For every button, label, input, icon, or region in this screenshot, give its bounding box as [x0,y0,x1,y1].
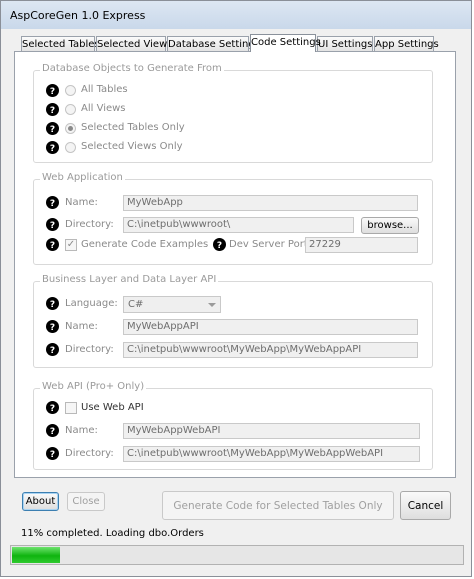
generate-code-button[interactable]: Generate Code for Selected Tables Only [162,491,394,520]
help-icon[interactable]: ? [46,238,59,251]
web-app-directory-label: Directory: [65,219,114,230]
help-icon[interactable]: ? [46,103,59,116]
use-web-api-checkbox[interactable] [65,402,77,414]
use-web-api-label: Use Web API [81,402,144,413]
help-icon[interactable]: ? [46,84,59,97]
dev-server-port-field[interactable]: 27229 [305,237,418,253]
tab-selected-views[interactable]: Selected Views [96,36,172,51]
tab-ui-settings[interactable]: UI Settings [317,36,373,51]
help-icon[interactable]: ? [46,297,59,310]
svg-text:?: ? [50,427,55,437]
radio-selected-views-only[interactable] [65,142,76,153]
db-objects-legend: Database Objects to Generate From [40,63,224,74]
help-icon[interactable]: ? [46,401,59,414]
about-button[interactable]: About [22,492,59,511]
close-button[interactable]: Close [67,492,105,511]
api-directory-label: Directory: [65,344,114,355]
tab-selected-tables[interactable]: Selected Tables [21,36,100,51]
svg-text:?: ? [50,450,55,460]
svg-text:?: ? [50,106,55,116]
web-app-name-label: Name: [65,197,98,208]
help-icon[interactable]: ? [46,218,59,231]
help-icon[interactable]: ? [213,238,226,251]
browse-button[interactable]: browse... [361,217,419,234]
api-name-field[interactable]: MyWebAppAPI [123,319,418,335]
svg-text:?: ? [50,300,55,310]
web-app-directory-field[interactable]: C:\inetpub\wwwroot\ [123,217,354,233]
svg-text:?: ? [50,241,55,251]
help-icon[interactable]: ? [46,447,59,460]
web-api-legend: Web API (Pro+ Only) [40,381,147,392]
generate-examples-label: Generate Code Examples [81,239,209,250]
radio-all-tables[interactable] [65,85,76,96]
help-icon[interactable]: ? [46,141,59,154]
progress-bar [10,545,464,565]
business-layer-legend: Business Layer and Data Layer API [40,274,219,285]
cancel-button[interactable]: Cancel [400,491,451,520]
tab-code-settings[interactable]: Code Settings [250,34,321,52]
svg-text:?: ? [217,241,222,251]
generate-examples-checkbox[interactable]: ✓ [65,239,77,251]
api-directory-field[interactable]: C:\inetpub\wwwroot\MyWebApp\MyWebAppAPI [123,342,418,358]
title-bar: AspCoreGen 1.0 Express [1,1,471,29]
chevron-down-icon [208,303,216,307]
help-icon[interactable]: ? [46,122,59,135]
web-api-directory-field[interactable]: C:\inetpub\wwwroot\MyWebApp\MyWebAppWebA… [123,446,420,462]
svg-text:?: ? [50,125,55,135]
language-label: Language: [65,298,118,309]
help-icon[interactable]: ? [46,196,59,209]
radio-selected-tables-only[interactable] [65,123,76,134]
radio-all-views-label: All Views [81,103,126,114]
help-icon[interactable]: ? [46,320,59,333]
svg-text:?: ? [50,144,55,154]
web-application-legend: Web Application [40,172,125,183]
radio-selected-views-only-label: Selected Views Only [81,141,183,152]
web-api-name-field[interactable]: MyWebAppWebAPI [123,423,420,439]
svg-text:?: ? [50,404,55,414]
svg-text:?: ? [50,199,55,209]
window-title: AspCoreGen 1.0 Express [10,9,146,22]
svg-text:?: ? [50,323,55,333]
api-name-label: Name: [65,321,98,332]
web-app-name-field[interactable]: MyWebApp [123,195,418,211]
svg-text:?: ? [50,346,55,356]
dev-server-port-label: Dev Server Port: [229,239,312,250]
status-text: 11% completed. Loading dbo.Orders [21,528,204,539]
radio-all-tables-label: All Tables [81,84,128,95]
radio-selected-tables-only-label: Selected Tables Only [81,122,185,133]
web-api-directory-label: Directory: [65,448,114,459]
svg-text:?: ? [50,221,55,231]
help-icon[interactable]: ? [46,343,59,356]
svg-text:?: ? [50,87,55,97]
radio-all-views[interactable] [65,104,76,115]
tab-database-settings[interactable]: Database Settings [167,36,260,51]
help-icon[interactable]: ? [46,424,59,437]
web-api-name-label: Name: [65,425,98,436]
language-select[interactable]: C# [123,296,221,313]
progress-fill [12,547,60,563]
language-selected-value: C# [128,299,144,310]
tab-app-settings[interactable]: App Settings [374,36,439,51]
